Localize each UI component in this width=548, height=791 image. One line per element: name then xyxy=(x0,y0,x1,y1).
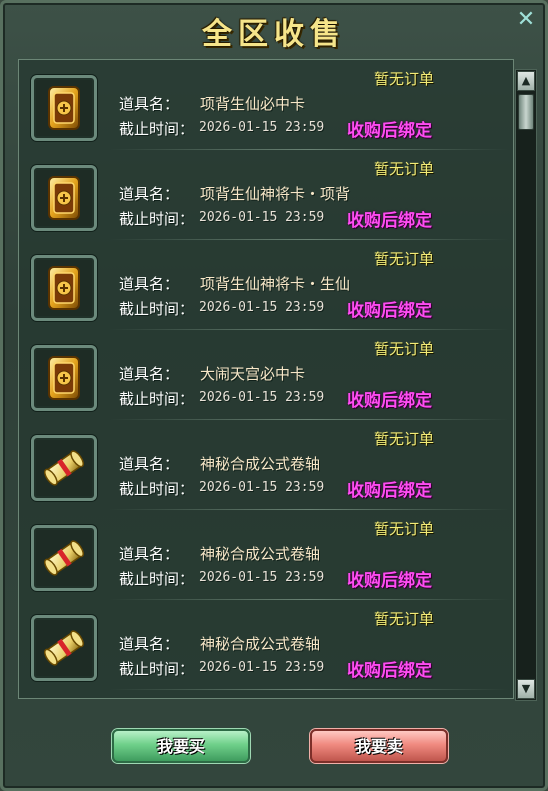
item-name-label: 道具名： xyxy=(119,545,180,563)
item-name-label: 道具名： xyxy=(119,365,180,383)
sell-button[interactable]: 我要卖 xyxy=(310,729,448,763)
item-icon-frame[interactable] xyxy=(31,435,97,501)
order-status: 暂无订单 xyxy=(374,340,435,358)
scroll-down-arrow-icon[interactable]: ▼ xyxy=(517,679,535,699)
list-item-2[interactable]: 暂无订单 道具名： 项背生仙神将卡・项背 截止时间： 2026-01-15 23… xyxy=(19,150,513,240)
list-item-6[interactable]: 暂无订单 道具名： 神秘合成公式卷轴 截止时间： 2026-01-15 23:5… xyxy=(19,510,513,600)
item-icon-frame[interactable] xyxy=(31,255,97,321)
item-name: 神秘合成公式卷轴 xyxy=(200,455,321,473)
bind-note: 收购后绑定 xyxy=(347,301,432,321)
item-name: 项背生仙神将卡・生仙 xyxy=(200,275,351,293)
item-name-label: 道具名： xyxy=(119,185,180,203)
item-name-label: 道具名： xyxy=(119,275,180,293)
deadline-label: 截止时间： xyxy=(119,480,195,498)
bind-note: 收购后绑定 xyxy=(347,571,432,591)
bind-note: 收购后绑定 xyxy=(347,211,432,231)
item-name: 项背生仙必中卡 xyxy=(200,95,306,113)
order-status: 暂无订单 xyxy=(374,610,435,628)
deadline-value: 2026-01-15 23:59 xyxy=(199,570,325,585)
deadline-label: 截止时间： xyxy=(119,120,195,138)
deadline-value: 2026-01-15 23:59 xyxy=(199,660,325,675)
scroll-up-arrow-icon[interactable]: ▲ xyxy=(517,71,535,91)
list-item-4[interactable]: 暂无订单 道具名： 大闹天宫必中卡 截止时间： 2026-01-15 23:59… xyxy=(19,330,513,420)
item-name: 神秘合成公式卷轴 xyxy=(200,545,321,563)
close-icon[interactable]: ✕ xyxy=(515,9,537,31)
deadline-value: 2026-01-15 23:59 xyxy=(199,120,325,135)
deadline-label: 截止时间： xyxy=(119,210,195,228)
order-status: 暂无订单 xyxy=(374,70,435,88)
item-name: 大闹天宫必中卡 xyxy=(200,365,306,383)
deadline-value: 2026-01-15 23:59 xyxy=(199,390,325,405)
item-name-label: 道具名： xyxy=(119,635,180,653)
buy-button[interactable]: 我要买 xyxy=(112,729,250,763)
deadline-label: 截止时间： xyxy=(119,660,195,678)
row-divider xyxy=(109,689,509,690)
list-item-3[interactable]: 暂无订单 道具名： 项背生仙神将卡・生仙 截止时间： 2026-01-15 23… xyxy=(19,240,513,330)
item-icon-frame[interactable] xyxy=(31,525,97,591)
deadline-value: 2026-01-15 23:59 xyxy=(199,480,325,495)
order-status: 暂无订单 xyxy=(374,250,435,268)
item-list: 暂无订单 道具名： 项背生仙必中卡 截止时间： 2026-01-15 23:59… xyxy=(18,59,514,699)
item-name: 项背生仙神将卡・项背 xyxy=(200,185,351,203)
order-status: 暂无订单 xyxy=(374,430,435,448)
item-name: 神秘合成公式卷轴 xyxy=(200,635,321,653)
item-icon-frame[interactable] xyxy=(31,615,97,681)
order-status: 暂无订单 xyxy=(374,520,435,538)
item-icon-frame[interactable] xyxy=(31,75,97,141)
item-name-label: 道具名： xyxy=(119,95,180,113)
deadline-label: 截止时间： xyxy=(119,570,195,588)
item-name-label: 道具名： xyxy=(119,455,180,473)
item-icon-frame[interactable] xyxy=(31,345,97,411)
list-item-7[interactable]: 暂无订单 道具名： 神秘合成公式卷轴 截止时间： 2026-01-15 23:5… xyxy=(19,600,513,690)
bind-note: 收购后绑定 xyxy=(347,121,432,141)
deadline-value: 2026-01-15 23:59 xyxy=(199,210,325,225)
scrollbar[interactable]: ▲ ▼ xyxy=(515,69,537,701)
bind-note: 收购后绑定 xyxy=(347,481,432,501)
deadline-value: 2026-01-15 23:59 xyxy=(199,300,325,315)
list-item-1[interactable]: 暂无订单 道具名： 项背生仙必中卡 截止时间： 2026-01-15 23:59… xyxy=(19,60,513,150)
scroll-thumb[interactable] xyxy=(518,94,534,130)
window-title: 全区收售 xyxy=(202,17,346,52)
item-icon-frame[interactable] xyxy=(31,165,97,231)
list-item-5[interactable]: 暂无订单 道具名： 神秘合成公式卷轴 截止时间： 2026-01-15 23:5… xyxy=(19,420,513,510)
deadline-label: 截止时间： xyxy=(119,390,195,408)
trade-window: 全区收售 ✕ 暂无订单 道具名： 项背生仙必中卡 截止时间： 2026-01-1… xyxy=(0,0,548,791)
bind-note: 收购后绑定 xyxy=(347,391,432,411)
order-status: 暂无订单 xyxy=(374,160,435,178)
deadline-label: 截止时间： xyxy=(119,300,195,318)
bind-note: 收购后绑定 xyxy=(347,661,432,681)
